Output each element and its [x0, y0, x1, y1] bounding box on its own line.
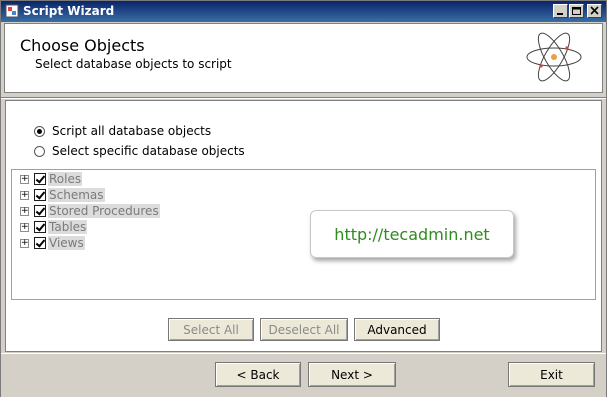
tree-item-tables[interactable]: + Tables — [20, 219, 88, 235]
expand-plus-icon[interactable]: + — [20, 190, 29, 200]
expand-plus-icon[interactable]: + — [20, 206, 29, 216]
select-all-button[interactable]: Select All — [168, 318, 254, 341]
close-icon — [590, 6, 599, 15]
tree-item-label: Roles — [48, 172, 83, 186]
page-subtitle: Select database objects to script — [35, 57, 232, 71]
window-title: Script Wizard — [23, 4, 115, 18]
checkbox-views[interactable] — [34, 237, 46, 249]
script-all-radio[interactable] — [34, 125, 45, 137]
next-button[interactable]: Next > — [308, 362, 396, 387]
tree-item-label: Schemas — [48, 188, 105, 202]
script-wizard-window: Script Wizard Choose Objects Select data… — [0, 0, 607, 397]
checkbox-schemas[interactable] — [34, 189, 46, 201]
tree-item-schemas[interactable]: + Schemas — [20, 187, 105, 203]
select-specific-label: Select specific database objects — [52, 144, 245, 158]
select-specific-radio[interactable] — [34, 145, 45, 157]
select-specific-option[interactable]: Select specific database objects — [34, 144, 245, 158]
minimize-icon — [557, 13, 563, 15]
tree-item-roles[interactable]: + Roles — [20, 171, 83, 187]
atom-logo-icon — [526, 32, 582, 82]
expand-plus-icon[interactable]: + — [20, 174, 29, 184]
back-button[interactable]: < Back — [215, 362, 301, 387]
script-all-label: Script all database objects — [52, 124, 212, 138]
watermark-badge: http://tecadmin.net — [310, 210, 514, 258]
header-divider — [1, 97, 606, 99]
script-all-option[interactable]: Script all database objects — [34, 124, 211, 138]
expand-plus-icon[interactable]: + — [20, 238, 29, 248]
checkbox-roles[interactable] — [34, 173, 46, 185]
wizard-header: Choose Objects Select database objects t… — [4, 23, 603, 93]
maximize-button[interactable] — [569, 4, 584, 18]
close-button[interactable] — [587, 4, 602, 18]
exit-button[interactable]: Exit — [508, 362, 595, 387]
maximize-icon — [572, 7, 581, 15]
advanced-button[interactable]: Advanced — [354, 318, 440, 341]
tree-item-label: Views — [48, 236, 85, 250]
tree-item-views[interactable]: + Views — [20, 235, 85, 251]
title-bar[interactable]: Script Wizard — [1, 1, 606, 22]
page-title: Choose Objects — [20, 36, 145, 55]
tree-item-label: Tables — [48, 220, 88, 234]
tree-item-stored-procedures[interactable]: + Stored Procedures — [20, 203, 160, 219]
tree-item-label: Stored Procedures — [48, 204, 160, 218]
expand-plus-icon[interactable]: + — [20, 222, 29, 232]
minimize-button[interactable] — [553, 4, 568, 18]
checkbox-tables[interactable] — [34, 221, 46, 233]
checkbox-stored-procedures[interactable] — [34, 205, 46, 217]
wizard-footer: < Back Next > Exit — [1, 353, 606, 397]
app-icon — [5, 4, 19, 18]
deselect-all-button[interactable]: Deselect All — [260, 318, 348, 341]
